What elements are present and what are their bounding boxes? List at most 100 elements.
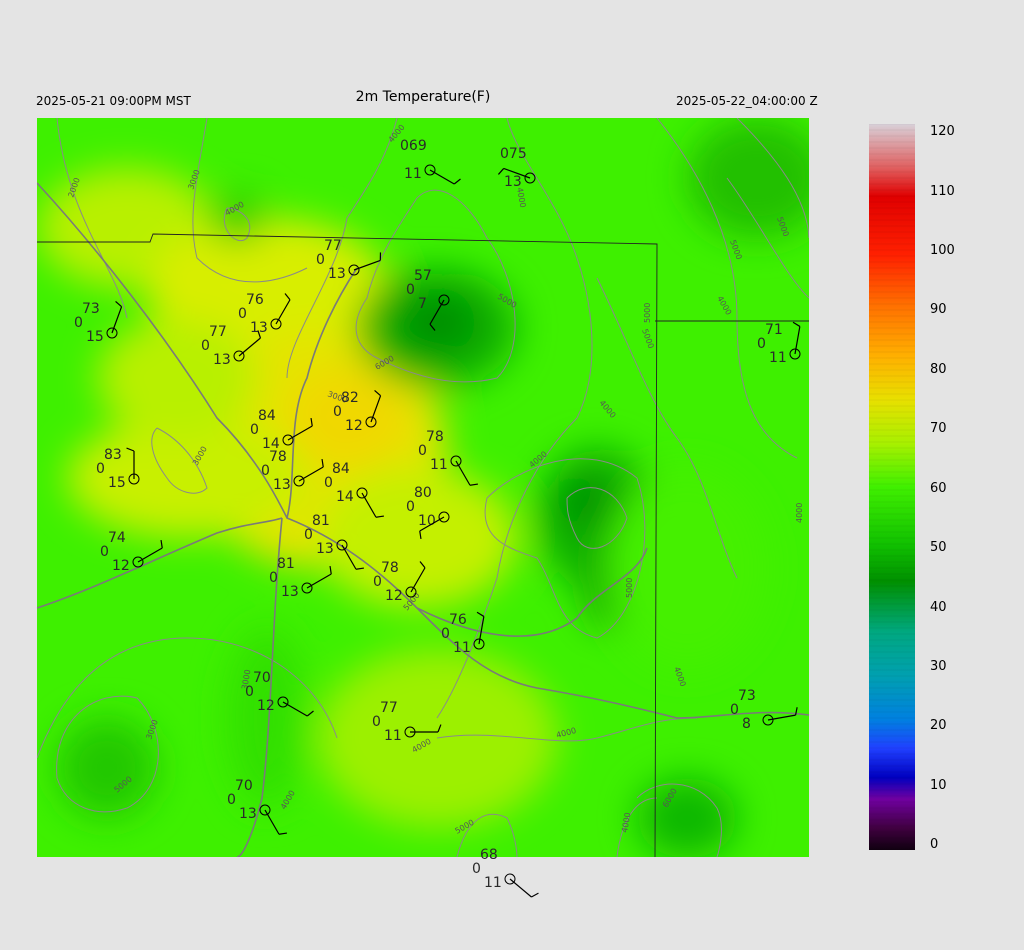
station-wind-speed: 11 bbox=[384, 728, 402, 744]
wind-barb-flag bbox=[284, 293, 291, 301]
station-dewpoint: 0 bbox=[227, 792, 236, 808]
wind-barb-flag bbox=[126, 447, 135, 452]
station-plot[interactable]: 71011 bbox=[757, 321, 801, 366]
wind-barb bbox=[370, 395, 382, 423]
wind-barb-flag bbox=[321, 459, 324, 468]
colorbar-tick-label: 20 bbox=[930, 718, 947, 733]
wind-barb-flag bbox=[419, 561, 426, 569]
wind-barb bbox=[429, 299, 445, 325]
station-plot[interactable]: 78011 bbox=[418, 429, 478, 486]
station-wind-speed: 13 bbox=[273, 477, 291, 493]
wind-barb bbox=[429, 169, 455, 185]
station-dewpoint: 0 bbox=[406, 499, 415, 515]
station-plot[interactable]: 77011 bbox=[372, 700, 442, 744]
wind-barb-flag bbox=[160, 540, 163, 549]
station-temperature: 73 bbox=[82, 301, 100, 317]
station-plot[interactable]: 76011 bbox=[441, 611, 485, 656]
station-temperature: 84 bbox=[332, 461, 350, 477]
wind-barb bbox=[306, 573, 332, 589]
wind-barb bbox=[509, 878, 532, 898]
station-plot[interactable]: 82012 bbox=[333, 389, 382, 434]
station-plot[interactable]: 7308 bbox=[730, 688, 798, 732]
station-wind-speed: 11 bbox=[404, 166, 422, 182]
station-plot[interactable]: 81013 bbox=[304, 513, 364, 570]
station-plot[interactable]: 74012 bbox=[100, 530, 163, 574]
station-temperature: 73 bbox=[738, 688, 756, 704]
station-plot[interactable]: 84014 bbox=[250, 408, 313, 452]
station-wind-speed: 15 bbox=[86, 329, 104, 345]
station-plot[interactable]: 76013 bbox=[238, 292, 291, 336]
station-dewpoint: 0 bbox=[261, 463, 270, 479]
station-plot[interactable]: 73015 bbox=[74, 300, 123, 345]
wind-barb-flag bbox=[531, 892, 539, 898]
station-wind-speed: 12 bbox=[257, 698, 275, 714]
station-plot[interactable]: 069 11 bbox=[400, 138, 461, 185]
colorbar-tick-label: 50 bbox=[930, 540, 947, 555]
station-temperature: 78 bbox=[381, 560, 399, 576]
station-temperature: 70 bbox=[253, 670, 271, 686]
station-temperature: 81 bbox=[277, 556, 295, 572]
wind-barb-flag bbox=[355, 567, 364, 570]
wind-barb bbox=[238, 337, 261, 357]
station-temperature: 68 bbox=[480, 847, 498, 863]
wind-barb-flag bbox=[437, 724, 442, 733]
station-dewpoint: 0 bbox=[730, 702, 739, 718]
station-plot[interactable]: 77013 bbox=[316, 238, 382, 282]
station-dewpoint: 0 bbox=[757, 336, 766, 352]
station-wind-speed: 11 bbox=[769, 350, 787, 366]
station-temperature: 83 bbox=[104, 447, 122, 463]
station-temperature: 70 bbox=[235, 778, 253, 794]
wind-barb-flag bbox=[115, 300, 122, 308]
station-temperature: 78 bbox=[269, 449, 287, 465]
wind-barb-flag bbox=[306, 710, 314, 717]
colorbar-tick-label: 70 bbox=[930, 421, 947, 436]
station-plot[interactable]: 78013 bbox=[261, 449, 324, 493]
station-plot[interactable]: 075 13 bbox=[497, 146, 536, 190]
station-wind-speed: 12 bbox=[112, 558, 130, 574]
wind-barb bbox=[282, 701, 308, 717]
wind-barb bbox=[341, 544, 357, 570]
colorbar-tick-label: 80 bbox=[930, 362, 947, 377]
station-wind-speed: 13 bbox=[504, 174, 522, 190]
wind-barb-flag bbox=[419, 530, 422, 539]
station-temperature: 57 bbox=[414, 268, 432, 284]
wind-barb-flag bbox=[469, 483, 478, 486]
station-plot[interactable]: 78012 bbox=[373, 560, 426, 604]
station-dewpoint: 0 bbox=[304, 527, 313, 543]
station-plot[interactable]: 81013 bbox=[269, 556, 332, 600]
temperature-map: 2000 3000 4000 4000 5000 6000 3000 3000 4000 4000… bbox=[37, 118, 809, 898]
station-dewpoint: 0 bbox=[316, 252, 325, 268]
temperature-colorbar bbox=[869, 123, 915, 850]
station-dewpoint: 0 bbox=[372, 714, 381, 730]
station-wind-speed: 13 bbox=[328, 266, 346, 282]
colorbar-tick-label: 60 bbox=[930, 481, 947, 496]
station-plot[interactable]: 80010 bbox=[406, 485, 450, 539]
wind-barb-flag bbox=[794, 707, 798, 716]
station-wind-speed: 11 bbox=[430, 457, 448, 473]
station-wind-speed: 14 bbox=[336, 489, 354, 505]
station-dewpoint: 0 bbox=[201, 338, 210, 354]
station-wind-speed: 7 bbox=[418, 296, 427, 312]
colorbar-tick-label: 120 bbox=[930, 124, 955, 139]
station-plot[interactable]: 70012 bbox=[245, 670, 314, 717]
station-dewpoint: 0 bbox=[96, 461, 105, 477]
station-plot[interactable]: 84014 bbox=[324, 461, 384, 518]
station-temperature: 069 bbox=[400, 138, 427, 154]
wind-barb-flag bbox=[374, 389, 381, 397]
wind-barb bbox=[287, 425, 313, 441]
wind-barb bbox=[298, 466, 324, 482]
colorbar-tick-label: 10 bbox=[930, 778, 947, 793]
station-dewpoint: 0 bbox=[250, 422, 259, 438]
wind-barb bbox=[410, 567, 426, 593]
wind-barb bbox=[361, 492, 377, 518]
station-wind-speed: 13 bbox=[316, 541, 334, 557]
colorbar-tick-label: 110 bbox=[930, 184, 955, 199]
colorbar-tick-label: 100 bbox=[930, 243, 955, 258]
station-temperature: 78 bbox=[426, 429, 444, 445]
wind-barb bbox=[111, 306, 123, 334]
station-plot[interactable]: 83015 bbox=[96, 447, 140, 491]
station-wind-speed: 13 bbox=[281, 584, 299, 600]
station-plot[interactable]: 5707 bbox=[406, 268, 450, 331]
station-temperature: 71 bbox=[765, 322, 783, 338]
wind-barb-flag bbox=[476, 611, 485, 617]
